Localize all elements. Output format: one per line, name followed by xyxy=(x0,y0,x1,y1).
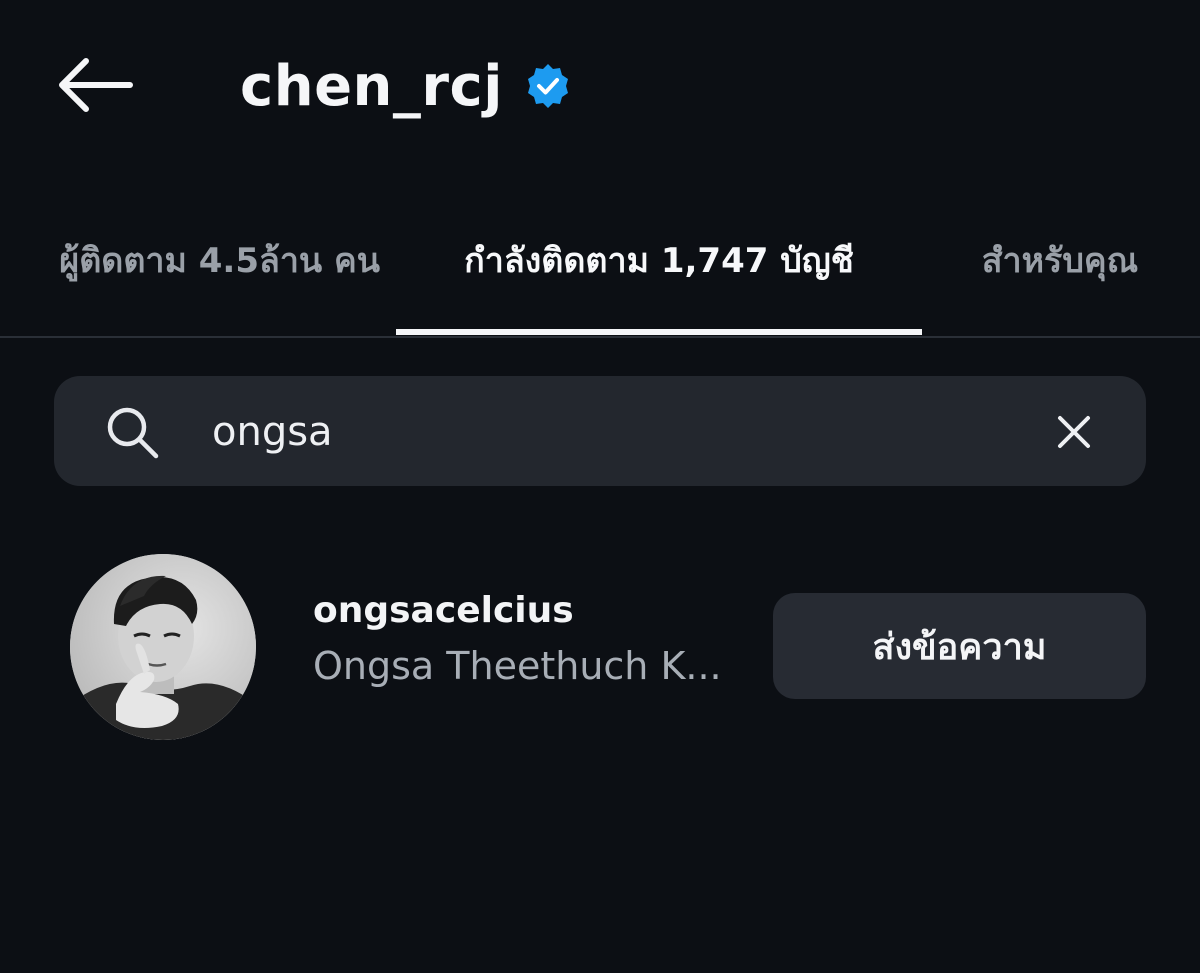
avatar[interactable] xyxy=(70,554,256,740)
tab-for-you[interactable]: สำหรับคุณ xyxy=(940,225,1180,295)
send-message-button[interactable]: ส่งข้อความ xyxy=(773,593,1146,699)
search-icon xyxy=(104,404,160,460)
following-list-screen: chen_rcj ผู้ติดตาม 4.5ล้าน คน กำลังติดตา… xyxy=(0,0,1200,973)
result-username: ongsacelcius xyxy=(313,590,574,631)
profile-username: chen_rcj xyxy=(240,53,503,119)
arrow-left-icon xyxy=(59,58,133,112)
back-button[interactable] xyxy=(52,52,136,118)
tab-followers[interactable]: ผู้ติดตาม 4.5ล้าน คน xyxy=(0,225,380,295)
follow-tabs: ผู้ติดตาม 4.5ล้าน คน กำลังติดตาม 1,747 บ… xyxy=(0,225,1200,337)
result-fullname: Ongsa Theethuch K... xyxy=(313,644,722,688)
search-input[interactable] xyxy=(212,400,972,464)
list-item[interactable]: ongsacelcius Ongsa Theethuch K... ส่งข้อ… xyxy=(0,550,1200,750)
verified-badge-icon xyxy=(525,63,571,109)
active-tab-indicator xyxy=(396,329,922,335)
clear-search-button[interactable] xyxy=(1046,404,1102,460)
tab-following[interactable]: กำลังติดตาม 1,747 บัญชี xyxy=(396,225,922,295)
tabs-divider xyxy=(0,336,1200,338)
close-icon xyxy=(1058,416,1090,448)
profile-title: chen_rcj xyxy=(240,46,571,126)
